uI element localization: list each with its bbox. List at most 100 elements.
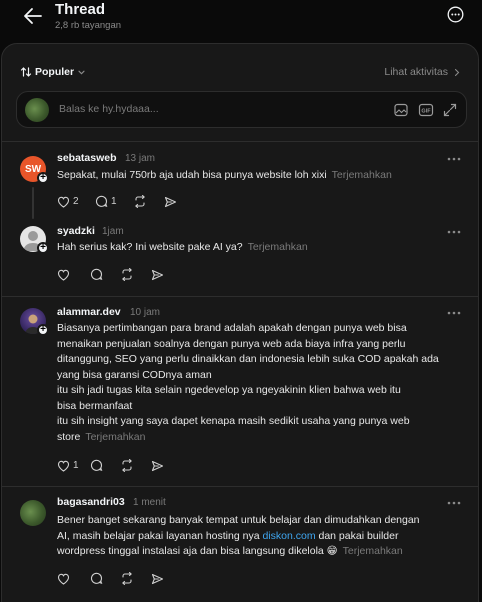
more-icon[interactable] bbox=[447, 230, 461, 234]
text-line: store bbox=[57, 430, 81, 443]
repost-icon bbox=[120, 268, 134, 281]
reply-button[interactable] bbox=[90, 572, 120, 585]
text-line: yang bisa garansi CODnya aman bbox=[57, 368, 212, 381]
text-line: menaikan penjualan soalnya dengan punya … bbox=[57, 337, 406, 350]
like-count: 2 bbox=[73, 196, 79, 207]
more-icon[interactable] bbox=[447, 501, 461, 505]
reply-input[interactable]: Balas ke hy.hydaaa... bbox=[59, 103, 159, 115]
reply-button[interactable] bbox=[90, 268, 120, 281]
comment-icon bbox=[90, 268, 103, 281]
like-button[interactable] bbox=[57, 269, 90, 281]
action-bar: 2 1 bbox=[57, 195, 177, 208]
share-button[interactable] bbox=[151, 269, 164, 281]
comment-icon bbox=[95, 195, 108, 208]
send-icon bbox=[151, 269, 164, 281]
translate-link[interactable]: Terjemahkan bbox=[248, 241, 308, 253]
follow-plus-icon[interactable]: + bbox=[37, 242, 49, 254]
translate-link[interactable]: Terjemahkan bbox=[343, 545, 403, 557]
repost-button[interactable] bbox=[133, 195, 164, 208]
translate-link[interactable]: Terjemahkan bbox=[332, 169, 392, 181]
timestamp: 13 jam bbox=[125, 153, 156, 164]
divider bbox=[2, 141, 478, 142]
chevron-right-icon bbox=[453, 68, 461, 77]
action-bar bbox=[57, 572, 164, 585]
post-text: Bener banget sekarang banyak tempat untu… bbox=[57, 513, 467, 560]
text-segment: dan pakai builder bbox=[318, 529, 399, 542]
diskon-link[interactable]: diskon.com bbox=[262, 530, 315, 542]
page-title: Thread bbox=[55, 1, 106, 18]
text-line: wordpress tinggal instalasi aja dan bisa… bbox=[57, 545, 338, 557]
text-line: Bener banget sekarang banyak tempat untu… bbox=[57, 514, 420, 526]
view-activity-link[interactable]: Lihat aktivitas bbox=[384, 64, 461, 80]
heart-icon bbox=[57, 269, 70, 281]
comment-icon bbox=[90, 572, 103, 585]
like-button[interactable] bbox=[57, 573, 90, 585]
text-line: bisa bermanfaat bbox=[57, 399, 133, 412]
send-icon bbox=[164, 196, 177, 208]
thread-panel: Populer Lihat aktivitas Balas ke hy.hyda… bbox=[1, 43, 479, 602]
comment-icon bbox=[90, 459, 103, 472]
like-button[interactable]: 2 bbox=[57, 196, 95, 208]
repost-icon bbox=[120, 459, 134, 472]
heart-icon bbox=[57, 573, 70, 585]
sort-icon bbox=[20, 66, 32, 78]
repost-button[interactable] bbox=[120, 268, 151, 281]
username[interactable]: sebatasweb bbox=[57, 152, 117, 164]
avatar[interactable] bbox=[20, 500, 46, 526]
more-icon[interactable] bbox=[447, 157, 461, 161]
post-text: Sepakat, mulai 750rb aja udah bisa punya… bbox=[57, 168, 392, 184]
repost-icon bbox=[120, 572, 134, 585]
send-icon bbox=[151, 460, 164, 472]
image-icon[interactable] bbox=[393, 102, 409, 118]
heart-icon bbox=[57, 196, 70, 208]
reply-button[interactable]: 1 bbox=[95, 195, 133, 208]
post-body: Hah serius kak? Ini website pake AI ya? bbox=[57, 241, 243, 253]
follow-plus-icon[interactable]: + bbox=[37, 172, 49, 184]
post-text: Hah serius kak? Ini website pake AI ya? T… bbox=[57, 240, 308, 256]
text-line: itu sih jadi tugas kita selain ngedevelo… bbox=[57, 384, 401, 396]
heart-icon bbox=[57, 460, 70, 472]
expand-icon[interactable] bbox=[442, 102, 458, 118]
text-line: itu sih insight yang saya dapet kenapa m… bbox=[57, 415, 410, 427]
post-body: Sepakat, mulai 750rb aja udah bisa punya… bbox=[57, 169, 327, 181]
like-button[interactable]: 1 bbox=[57, 460, 90, 472]
thread-connector bbox=[32, 187, 34, 219]
username[interactable]: syadzki bbox=[57, 225, 95, 237]
back-arrow-icon[interactable] bbox=[22, 6, 44, 26]
gif-icon[interactable]: GIF bbox=[418, 102, 434, 118]
activity-label: Lihat aktivitas bbox=[384, 66, 448, 78]
timestamp: 1 menit bbox=[133, 497, 166, 508]
username[interactable]: alammar.dev bbox=[57, 306, 121, 318]
translate-link[interactable]: Terjemahkan bbox=[85, 431, 145, 443]
timestamp: 10 jam bbox=[130, 307, 161, 318]
chevron-down-icon bbox=[77, 68, 86, 77]
follow-plus-icon[interactable]: + bbox=[37, 324, 49, 336]
text-segment: AI, masih belajar pakai layanan hosting … bbox=[57, 529, 260, 542]
divider bbox=[2, 296, 478, 297]
action-bar: 1 bbox=[57, 459, 164, 472]
post-text: Biasanya pertimbangan para brand adalah … bbox=[57, 321, 467, 445]
repost-button[interactable] bbox=[120, 459, 151, 472]
more-icon[interactable] bbox=[447, 311, 461, 315]
like-count: 1 bbox=[73, 460, 79, 471]
reply-button[interactable] bbox=[90, 459, 120, 472]
reply-count: 1 bbox=[111, 196, 117, 207]
share-button[interactable] bbox=[164, 196, 177, 208]
reply-composer[interactable]: Balas ke hy.hydaaa... GIF bbox=[16, 91, 467, 128]
sort-dropdown[interactable]: Populer bbox=[20, 64, 86, 80]
action-bar bbox=[57, 268, 164, 281]
share-button[interactable] bbox=[151, 573, 164, 585]
timestamp: 1jam bbox=[102, 226, 124, 237]
more-options-icon[interactable] bbox=[447, 6, 464, 23]
view-count: 2,8 rb tayangan bbox=[55, 20, 122, 31]
svg-text:GIF: GIF bbox=[421, 109, 431, 115]
divider bbox=[2, 486, 478, 487]
repost-icon bbox=[133, 195, 147, 208]
username[interactable]: bagasandri03 bbox=[57, 496, 125, 508]
send-icon bbox=[151, 573, 164, 585]
share-button[interactable] bbox=[151, 460, 164, 472]
text-line: Biasanya pertimbangan para brand adalah … bbox=[57, 322, 407, 334]
current-user-avatar bbox=[25, 98, 49, 122]
sort-label: Populer bbox=[35, 66, 75, 78]
repost-button[interactable] bbox=[120, 572, 151, 585]
